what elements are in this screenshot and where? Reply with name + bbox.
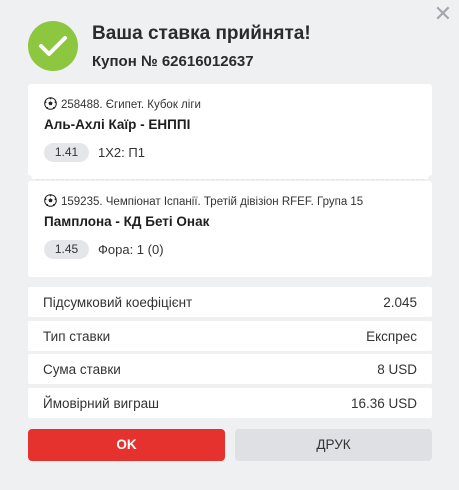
odd-badge: 1.45 xyxy=(44,240,89,259)
odd-badge: 1.41 xyxy=(44,143,89,162)
market-label: Фора: 1 (0) xyxy=(98,242,164,257)
market-label: 1X2: П1 xyxy=(98,145,145,160)
match-name: Аль-Ахлі Каїр - ЕНППІ xyxy=(44,117,191,132)
bet-item: 159235. Чемпіонат Іспанії. Третій дівізі… xyxy=(28,181,432,277)
summary-value: 8 USD xyxy=(377,361,417,377)
bet-item: 258488. Єгипет. Кубок ліги Аль-Ахлі Каїр… xyxy=(28,84,432,179)
coupon-number: Купон № 62616012637 xyxy=(92,52,254,70)
bets-list: 258488. Єгипет. Кубок ліги Аль-Ахлі Каїр… xyxy=(24,84,436,277)
divider xyxy=(36,179,424,180)
summary-value: Експрес xyxy=(366,328,417,344)
league-name: 159235. Чемпіонат Іспанії. Третій дівізі… xyxy=(61,196,364,208)
soccer-ball-icon xyxy=(44,97,57,113)
soccer-ball-icon xyxy=(44,194,57,210)
close-icon: ✕ xyxy=(433,1,453,26)
summary-row-total-odds: Підсумковий коефіцієнт 2.045 xyxy=(28,287,432,317)
summary-value: 2.045 xyxy=(383,294,417,310)
summary-label: Підсумковий коефіцієнт xyxy=(43,294,193,310)
close-button[interactable]: ✕ xyxy=(433,1,453,26)
dialog-header: Ваша ставка прийнята! Купон № 6261601263… xyxy=(28,18,429,74)
dialog-title: Ваша ставка прийнята! xyxy=(92,22,311,44)
ok-button[interactable]: OK xyxy=(28,429,225,461)
league-name: 258488. Єгипет. Кубок ліги xyxy=(61,99,201,111)
match-name: Памплона - КД Беті Онак xyxy=(44,214,210,229)
league-line: 258488. Єгипет. Кубок ліги xyxy=(44,97,201,113)
summary-label: Сума ставки xyxy=(43,361,121,377)
summary-row-stake: Сума ставки 8 USD xyxy=(28,354,432,384)
check-icon xyxy=(28,21,78,71)
summary-label: Ймовірний виграш xyxy=(43,395,159,411)
print-button[interactable]: ДРУК xyxy=(235,429,432,461)
league-line: 159235. Чемпіонат Іспанії. Третій дівізі… xyxy=(44,194,363,210)
summary-row-potential-win: Ймовірний виграш 16.36 USD xyxy=(28,388,432,418)
summary-row-bet-type: Тип ставки Експрес xyxy=(28,321,432,351)
summary-value: 16.36 USD xyxy=(350,395,417,411)
summary-label: Тип ставки xyxy=(43,328,111,344)
